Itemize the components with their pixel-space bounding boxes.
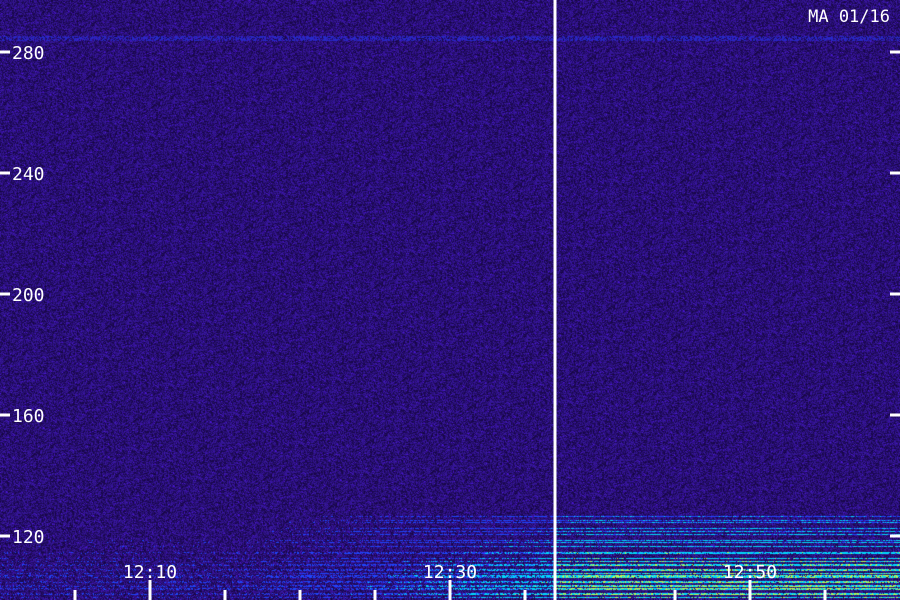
y-tick-label-120: 120 xyxy=(12,527,45,548)
y-tick-label-160: 160 xyxy=(12,406,45,427)
y-tick-label-280: 280 xyxy=(12,43,45,64)
x-tick-label-1250: 12:50 xyxy=(723,562,777,583)
station-date-label: MA 01/16 xyxy=(808,7,890,27)
y-axis-left: 280 240 200 160 120 xyxy=(0,43,45,548)
x-axis: 12:10 12:30 12:50 xyxy=(73,562,827,600)
x-tick-label-1230: 12:30 xyxy=(423,562,477,583)
y-tick-label-200: 200 xyxy=(12,285,45,306)
x-tick-label-1210: 12:10 xyxy=(123,562,177,583)
y-axis-right xyxy=(890,50,900,538)
y-tick-label-240: 240 xyxy=(12,164,45,185)
chart-overlay: 280 240 200 160 120 12:10 12:30 12:50 MA 01/16 xyxy=(0,0,900,600)
